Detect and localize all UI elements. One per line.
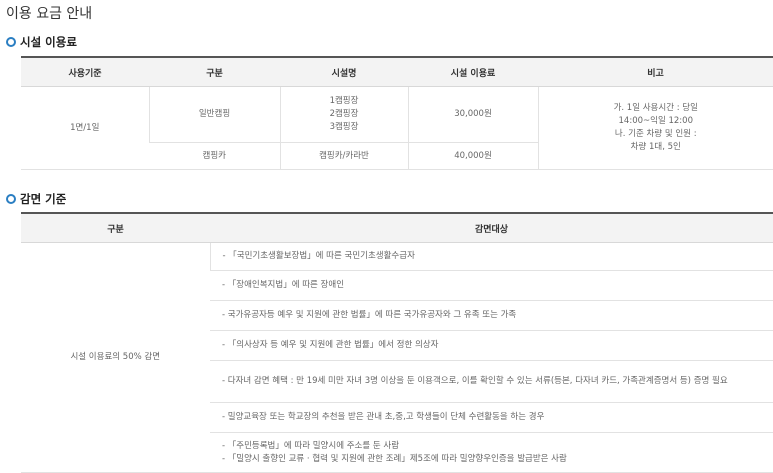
header-discount-category: 구분 [21, 213, 210, 243]
discount-item: - 「국민기초생활보장법」에 따른 국민기초생활수급자 [209, 242, 773, 271]
discount-item: - 다자녀 감면 혜택 : 만 19세 미만 자녀 3명 이상을 둔 이용객으로… [210, 360, 773, 403]
category-cell: 캠핑카 [149, 142, 280, 170]
facility-name-cell: 캠핑카/카라반 [279, 142, 408, 170]
circle-bullet-icon [6, 194, 16, 204]
circle-bullet-icon [6, 37, 16, 47]
fee-table-header-row: 사용기준 구분 시설명 시설 이용료 비고 [21, 57, 773, 87]
discount-item: - 밀양교육장 또는 학교장의 추천을 받은 관내 초,중,고 학생들이 단체 … [210, 402, 773, 433]
header-facility-name: 시설명 [280, 57, 408, 87]
header-facility-fee: 시설 이용료 [408, 57, 538, 87]
fee-section-title: 시설 이용료 [6, 34, 77, 50]
discount-item: - 「주민등록법」에 따라 밀양시에 주소를 둔 사람 - 「밀양시 출향인 교… [210, 432, 773, 473]
facility-name-cell: 1캠핑장 2캠핑장 3캠핑장 [279, 86, 408, 143]
header-discount-target: 감면대상 [210, 213, 773, 243]
page: 이용 요금 안내 시설 이용료 사용기준 구분 시설명 시설 이용료 비고 1면… [0, 0, 773, 473]
table-row: 시설 이용료의 50% 감면 - 「국민기초생활보장법」에 따른 국민기초생활수… [21, 242, 773, 473]
table-row: 1면/1일 일반캠핑 1캠핑장 2캠핑장 3캠핑장 30,000원 가. 1일 … [21, 86, 773, 170]
header-usage-basis: 사용기준 [21, 57, 149, 87]
category-cell: 일반캠핑 [148, 86, 280, 143]
discount-item: - 국가유공자등 예우 및 지원에 관한 법률」에 따른 국가유공자와 그 유족… [210, 300, 773, 331]
header-remark: 비고 [538, 57, 773, 87]
fee-section-title-text: 시설 이용료 [20, 35, 77, 49]
remark-cell: 가. 1일 사용시간 : 당일 14:00~익일 12:00 나. 기준 차량 … [537, 86, 773, 170]
discount-item: - 「의사상자 등 예우 및 지원에 관한 법률」에서 정한 의상자 [210, 330, 773, 361]
discount-category-cell: 시설 이용료의 50% 감면 [21, 242, 210, 473]
page-title: 이용 요금 안내 [6, 6, 93, 22]
discount-table-header-row: 구분 감면대상 [21, 213, 773, 243]
fee-table: 사용기준 구분 시설명 시설 이용료 비고 1면/1일 일반캠핑 1캠핑장 2캠… [21, 56, 773, 170]
facility-fee-cell: 40,000원 [407, 142, 538, 170]
discount-section-title: 감면 기준 [6, 191, 66, 207]
facility-fee-cell: 30,000원 [407, 86, 538, 143]
discount-item: - 「장애인복지법」에 따른 장애인 [210, 270, 773, 301]
discount-table: 구분 감면대상 시설 이용료의 50% 감면 - 「국민기초생활보장법」에 따른… [21, 212, 773, 473]
discount-section-title-text: 감면 기준 [20, 192, 67, 206]
usage-basis-cell: 1면/1일 [21, 86, 149, 170]
header-category: 구분 [149, 57, 280, 87]
